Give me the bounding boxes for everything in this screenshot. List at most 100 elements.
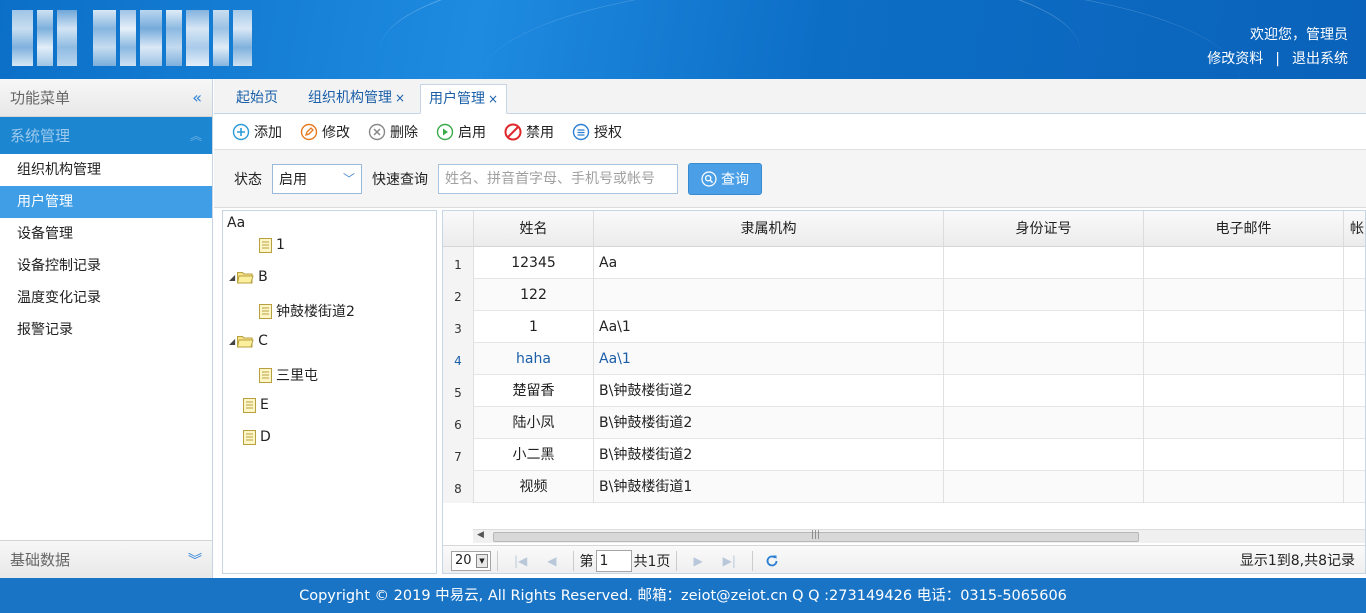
cell-name: 1 [474, 311, 594, 343]
footer: Copyright © 2019 中易云, All Rights Reserve… [0, 578, 1366, 613]
tab-org[interactable]: 组织机构管理 × [300, 84, 413, 114]
scroll-left-icon[interactable]: ◀ [477, 530, 484, 540]
scroll-grip-icon: ||| [811, 530, 821, 540]
tree-node-e[interactable]: E [243, 397, 269, 413]
collapse-sidebar-icon[interactable]: « [192, 88, 202, 107]
quick-search-label: 快速查询 [372, 171, 428, 188]
table-row[interactable]: 7 小二黑 B\钟鼓楼街道2 [443, 439, 1365, 471]
status-label: 状态 [234, 171, 262, 188]
column-header-id-number[interactable]: 身份证号 [944, 211, 1144, 247]
sidebar-group-basic-data[interactable]: 基础数据 ︾ [0, 540, 212, 578]
query-button[interactable]: 查询 [688, 162, 762, 195]
expand-triangle-icon[interactable]: ◢ [229, 273, 235, 282]
chevron-down-icon: ﹀ [342, 172, 355, 186]
tab-home[interactable]: 起始页 [228, 84, 286, 114]
table-row[interactable]: 5 楚留香 B\钟鼓楼街道2 [443, 375, 1365, 407]
file-icon [259, 367, 272, 383]
tree-node-d[interactable]: D [243, 429, 271, 445]
sidebar-bottom-label: 基础数据 [10, 551, 71, 569]
header-links: 修改资料 | 退出系统 [1207, 48, 1348, 68]
last-page-icon[interactable]: ▶| [723, 554, 736, 568]
next-page-icon[interactable]: ▶ [693, 554, 702, 568]
plus-circle-icon [232, 123, 250, 141]
close-icon[interactable]: × [488, 92, 498, 106]
sidebar-group-system[interactable]: 系统管理 ︽ [0, 117, 212, 154]
tree-node-label: 三里屯 [276, 368, 318, 384]
pager-separator [497, 550, 498, 571]
cell-org: Aa\1 [594, 311, 944, 343]
column-header-email[interactable]: 电子邮件 [1144, 211, 1344, 247]
edit-button[interactable]: 修改 [300, 122, 350, 142]
sidebar-item-alarm-log[interactable]: 报警记录 [0, 314, 212, 346]
table-row[interactable]: 4 haha Aa\1 [443, 343, 1365, 375]
first-page-icon[interactable]: |◀ [514, 554, 527, 568]
prev-page-icon[interactable]: ◀ [547, 554, 556, 568]
column-header-org[interactable]: 隶属机构 [594, 211, 944, 247]
disable-label: 禁用 [526, 124, 554, 141]
sidebar-item-temperature-log[interactable]: 温度变化记录 [0, 282, 212, 314]
delete-button[interactable]: 删除 [368, 122, 418, 142]
expand-triangle-icon[interactable]: ◢ [229, 337, 235, 346]
file-icon [243, 397, 256, 413]
logout-link[interactable]: 退出系统 [1292, 51, 1348, 67]
dropdown-arrow-icon: ▼ [476, 553, 488, 568]
sidebar-item-users[interactable]: 用户管理 [0, 186, 212, 218]
page-size-select[interactable]: 20 ▼ [451, 550, 491, 571]
sidebar-item-devices[interactable]: 设备管理 [0, 218, 212, 250]
file-icon [243, 429, 256, 445]
chevron-up-icon: ︽ [189, 129, 202, 143]
authorize-button[interactable]: 授权 [572, 122, 622, 142]
record-info: 显示1到8,共8记录 [1239, 553, 1355, 569]
tree-node-1[interactable]: 1 [259, 237, 285, 253]
table-row[interactable]: 2 122 [443, 279, 1365, 311]
cell-org: Aa [594, 247, 944, 279]
table-row[interactable]: 3 1 Aa\1 [443, 311, 1365, 343]
cell-email [1144, 279, 1344, 311]
cell-org: Aa\1 [594, 343, 944, 375]
edit-profile-link[interactable]: 修改资料 [1207, 51, 1263, 67]
page-number-input[interactable]: 1 [595, 549, 632, 572]
tree-node-c[interactable]: ◢ C [229, 333, 268, 349]
table-row[interactable]: 6 陆小凤 B\钟鼓楼街道2 [443, 407, 1365, 439]
file-icon [259, 303, 272, 319]
page-size-value: 20 [455, 553, 472, 568]
table-row[interactable]: 1 12345 Aa [443, 247, 1365, 279]
cell-email [1144, 407, 1344, 439]
file-icon [259, 237, 272, 253]
tree-node-root[interactable]: Aa [227, 215, 245, 231]
org-tree: Aa 1 ◢ B 钟鼓楼街道2 ◢ C 三里屯 E D [222, 210, 437, 574]
tab-label: 起始页 [236, 90, 278, 106]
tree-node-c-child[interactable]: 三里屯 [259, 365, 318, 385]
row-number: 8 [443, 471, 474, 503]
tree-node-b[interactable]: ◢ B [229, 269, 268, 285]
column-header-account[interactable]: 帐 [1344, 211, 1365, 247]
status-select[interactable]: 启用 ﹀ [272, 163, 362, 194]
tree-node-b-child[interactable]: 钟鼓楼街道2 [259, 301, 355, 321]
quick-search-input[interactable] [438, 163, 678, 194]
disable-button[interactable]: 禁用 [504, 122, 554, 142]
column-header-name[interactable]: 姓名 [474, 211, 594, 247]
play-circle-icon [436, 123, 454, 141]
row-number: 7 [443, 439, 474, 471]
sidebar-item-org[interactable]: 组织机构管理 [0, 154, 212, 186]
close-icon[interactable]: × [395, 91, 405, 105]
horizontal-scrollbar[interactable]: ◀ ||| [473, 529, 1365, 543]
add-button[interactable]: 添加 [232, 122, 282, 142]
sidebar-header: 功能菜单 « [0, 79, 212, 117]
tree-node-label: 1 [276, 237, 285, 253]
sidebar-item-device-control-log[interactable]: 设备控制记录 [0, 250, 212, 282]
tree-node-label: C [258, 333, 268, 349]
status-value: 启用 [279, 171, 307, 188]
table-row[interactable]: 8 视频 B\钟鼓楼街道1 [443, 471, 1365, 503]
pager-separator [572, 550, 574, 571]
enable-button[interactable]: 启用 [436, 122, 486, 142]
cell-org: B\钟鼓楼街道2 [594, 407, 944, 439]
cell-email [1144, 439, 1344, 471]
top-header: 欢迎您，管理员 修改资料 | 退出系统 [0, 0, 1366, 79]
search-bar: 状态 启用 ﹀ 快速查询 查询 [214, 150, 1366, 208]
cell-name: 陆小凤 [474, 407, 594, 439]
cell-name: 122 [474, 279, 594, 311]
pager-separator [676, 550, 678, 571]
refresh-icon[interactable] [765, 554, 779, 568]
tab-users[interactable]: 用户管理 × [420, 84, 508, 114]
